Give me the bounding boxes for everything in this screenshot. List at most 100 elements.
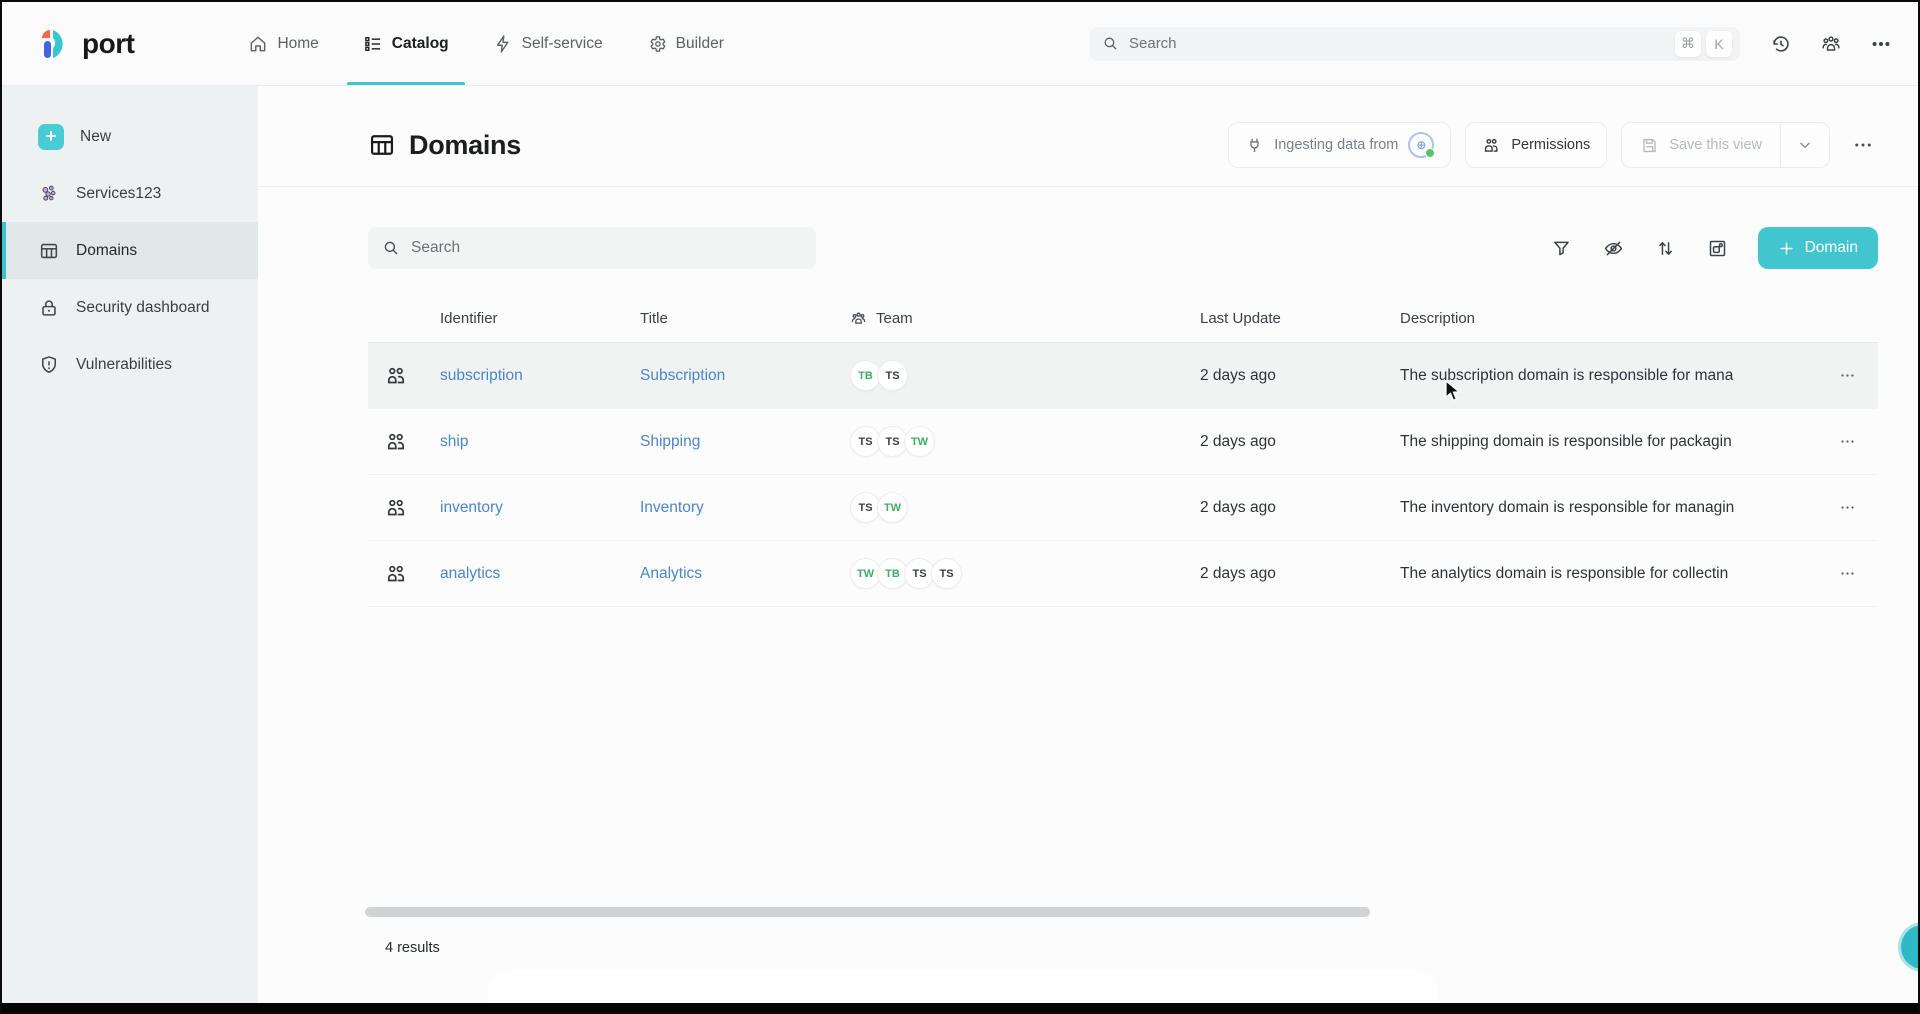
add-domain-button[interactable]: Domain: [1758, 227, 1878, 269]
identifier-link[interactable]: ship: [440, 433, 640, 451]
identifier-link[interactable]: inventory: [440, 499, 640, 517]
table-icon: [368, 131, 396, 159]
column-team[interactable]: Team: [850, 310, 1200, 327]
team-avatars: TB TS: [850, 360, 1200, 391]
hide-columns-icon[interactable]: [1594, 228, 1634, 268]
window-bottom-bar: [2, 1003, 1918, 1012]
team-entity-icon: [384, 496, 408, 520]
plug-icon: [1245, 136, 1264, 155]
last-update-cell: 2 days ago: [1200, 367, 1400, 385]
sidebar-item-vulnerabilities[interactable]: Vulnerabilities: [2, 336, 258, 393]
shield-alert-icon: [38, 354, 60, 376]
sidebar-item-new[interactable]: + New: [2, 108, 258, 165]
table-row[interactable]: analytics Analytics TW TB TS TS 2 days a…: [368, 541, 1878, 607]
team-avatar: TW: [904, 426, 935, 457]
row-more-button[interactable]: [1830, 491, 1864, 525]
lock-icon: [38, 297, 60, 319]
team-avatars: TS TW: [850, 492, 1200, 523]
table-row[interactable]: inventory Inventory TS TW 2 days ago The…: [368, 475, 1878, 541]
team-entity-icon: [384, 430, 408, 454]
cmd-key-badge: ⌘: [1675, 31, 1701, 57]
brand-name: port: [82, 28, 134, 60]
permissions-label: Permissions: [1511, 137, 1590, 153]
table-header: Identifier Title Team Last Update Descri…: [368, 295, 1878, 343]
services-cluster-icon: [38, 183, 60, 205]
description-cell: The inventory domain is responsible for …: [1400, 499, 1830, 517]
horizontal-scrollbar[interactable]: [365, 907, 1370, 917]
title-link[interactable]: Subscription: [640, 367, 850, 385]
tab-home[interactable]: Home: [226, 2, 340, 85]
sidebar: + New Services123 Domains Security dashb…: [2, 86, 258, 1006]
global-search[interactable]: ⌘ K: [1090, 27, 1740, 61]
group-by-icon[interactable]: [1698, 228, 1738, 268]
tab-label: Self-service: [522, 35, 603, 53]
add-domain-label: Domain: [1805, 239, 1858, 257]
table-row[interactable]: ship Shipping TS TS TW 2 days ago The sh…: [368, 409, 1878, 475]
sidebar-item-label: Domains: [76, 242, 137, 260]
row-more-button[interactable]: [1830, 557, 1864, 591]
filter-icon[interactable]: [1542, 228, 1582, 268]
team-entity-icon: [384, 562, 408, 586]
column-title[interactable]: Title: [640, 310, 850, 327]
identifier-link[interactable]: subscription: [440, 367, 640, 385]
primary-nav: Home Catalog Self-service Builder: [226, 2, 745, 85]
permissions-button[interactable]: Permissions: [1465, 122, 1607, 168]
search-icon: [1102, 35, 1119, 52]
description-cell: The shipping domain is responsible for p…: [1400, 433, 1830, 451]
title-link[interactable]: Inventory: [640, 499, 850, 517]
more-icon[interactable]: [1870, 33, 1892, 55]
column-description[interactable]: Description: [1400, 310, 1830, 327]
app-window: port Home Catalog Self-service Builder: [0, 0, 1920, 1014]
team-avatars: TW TB TS TS: [850, 558, 1200, 589]
team-avatar: TS: [931, 558, 962, 589]
sort-icon[interactable]: [1646, 228, 1686, 268]
tab-builder[interactable]: Builder: [625, 2, 746, 85]
title-link[interactable]: Analytics: [640, 565, 850, 583]
column-identifier[interactable]: Identifier: [440, 310, 640, 327]
save-view-label: Save this view: [1669, 137, 1762, 153]
gear-icon: [647, 34, 667, 54]
table-search-input[interactable]: [400, 239, 802, 257]
home-icon: [248, 34, 268, 54]
column-last-update[interactable]: Last Update: [1200, 310, 1400, 327]
description-cell: The analytics domain is responsible for …: [1400, 565, 1830, 583]
sidebar-item-label: Services123: [76, 185, 161, 203]
save-view-button[interactable]: Save this view: [1622, 123, 1780, 167]
teams-icon[interactable]: [1820, 33, 1842, 55]
team-entity-icon: [384, 364, 408, 388]
title-link[interactable]: Shipping: [640, 433, 850, 451]
tab-self-service[interactable]: Self-service: [471, 2, 625, 85]
row-more-button[interactable]: [1830, 425, 1864, 459]
identifier-link[interactable]: analytics: [440, 565, 640, 583]
last-update-cell: 2 days ago: [1200, 433, 1400, 451]
team-avatars: TS TS TW: [850, 426, 1200, 457]
sidebar-item-services123[interactable]: Services123: [2, 165, 258, 222]
sidebar-item-label: Security dashboard: [76, 299, 210, 317]
status-dot: [1425, 148, 1435, 158]
sidebar-item-domains[interactable]: Domains: [2, 222, 258, 279]
sidebar-item-label: New: [80, 128, 111, 146]
ingesting-data-button[interactable]: Ingesting data from ⊕: [1228, 122, 1451, 168]
history-icon[interactable]: [1770, 33, 1792, 55]
ingesting-label: Ingesting data from: [1274, 137, 1398, 153]
save-icon: [1640, 136, 1659, 155]
table-row[interactable]: subscription Subscription TB TS 2 days a…: [368, 343, 1878, 409]
save-view-dropdown-button[interactable]: [1780, 123, 1829, 167]
table-search[interactable]: [368, 227, 816, 269]
main-content: Domains Ingesting data from ⊕ Permission…: [258, 86, 1918, 1006]
plus-icon: [1778, 240, 1795, 257]
last-update-cell: 2 days ago: [1200, 565, 1400, 583]
tab-catalog[interactable]: Catalog: [341, 2, 471, 85]
port-logo-icon: [36, 26, 72, 62]
row-more-button[interactable]: [1830, 359, 1864, 393]
sidebar-item-security-dashboard[interactable]: Security dashboard: [2, 279, 258, 336]
topnav-icon-group: [1740, 2, 1918, 85]
catalog-icon: [363, 34, 383, 54]
integration-status-icon: ⊕: [1408, 132, 1434, 158]
page-more-button[interactable]: [1844, 126, 1882, 164]
tab-label: Builder: [676, 35, 724, 53]
table-icon: [38, 240, 60, 262]
global-search-input[interactable]: [1119, 35, 1670, 52]
team-icon: [850, 310, 867, 327]
port-logo[interactable]: port: [2, 2, 134, 85]
